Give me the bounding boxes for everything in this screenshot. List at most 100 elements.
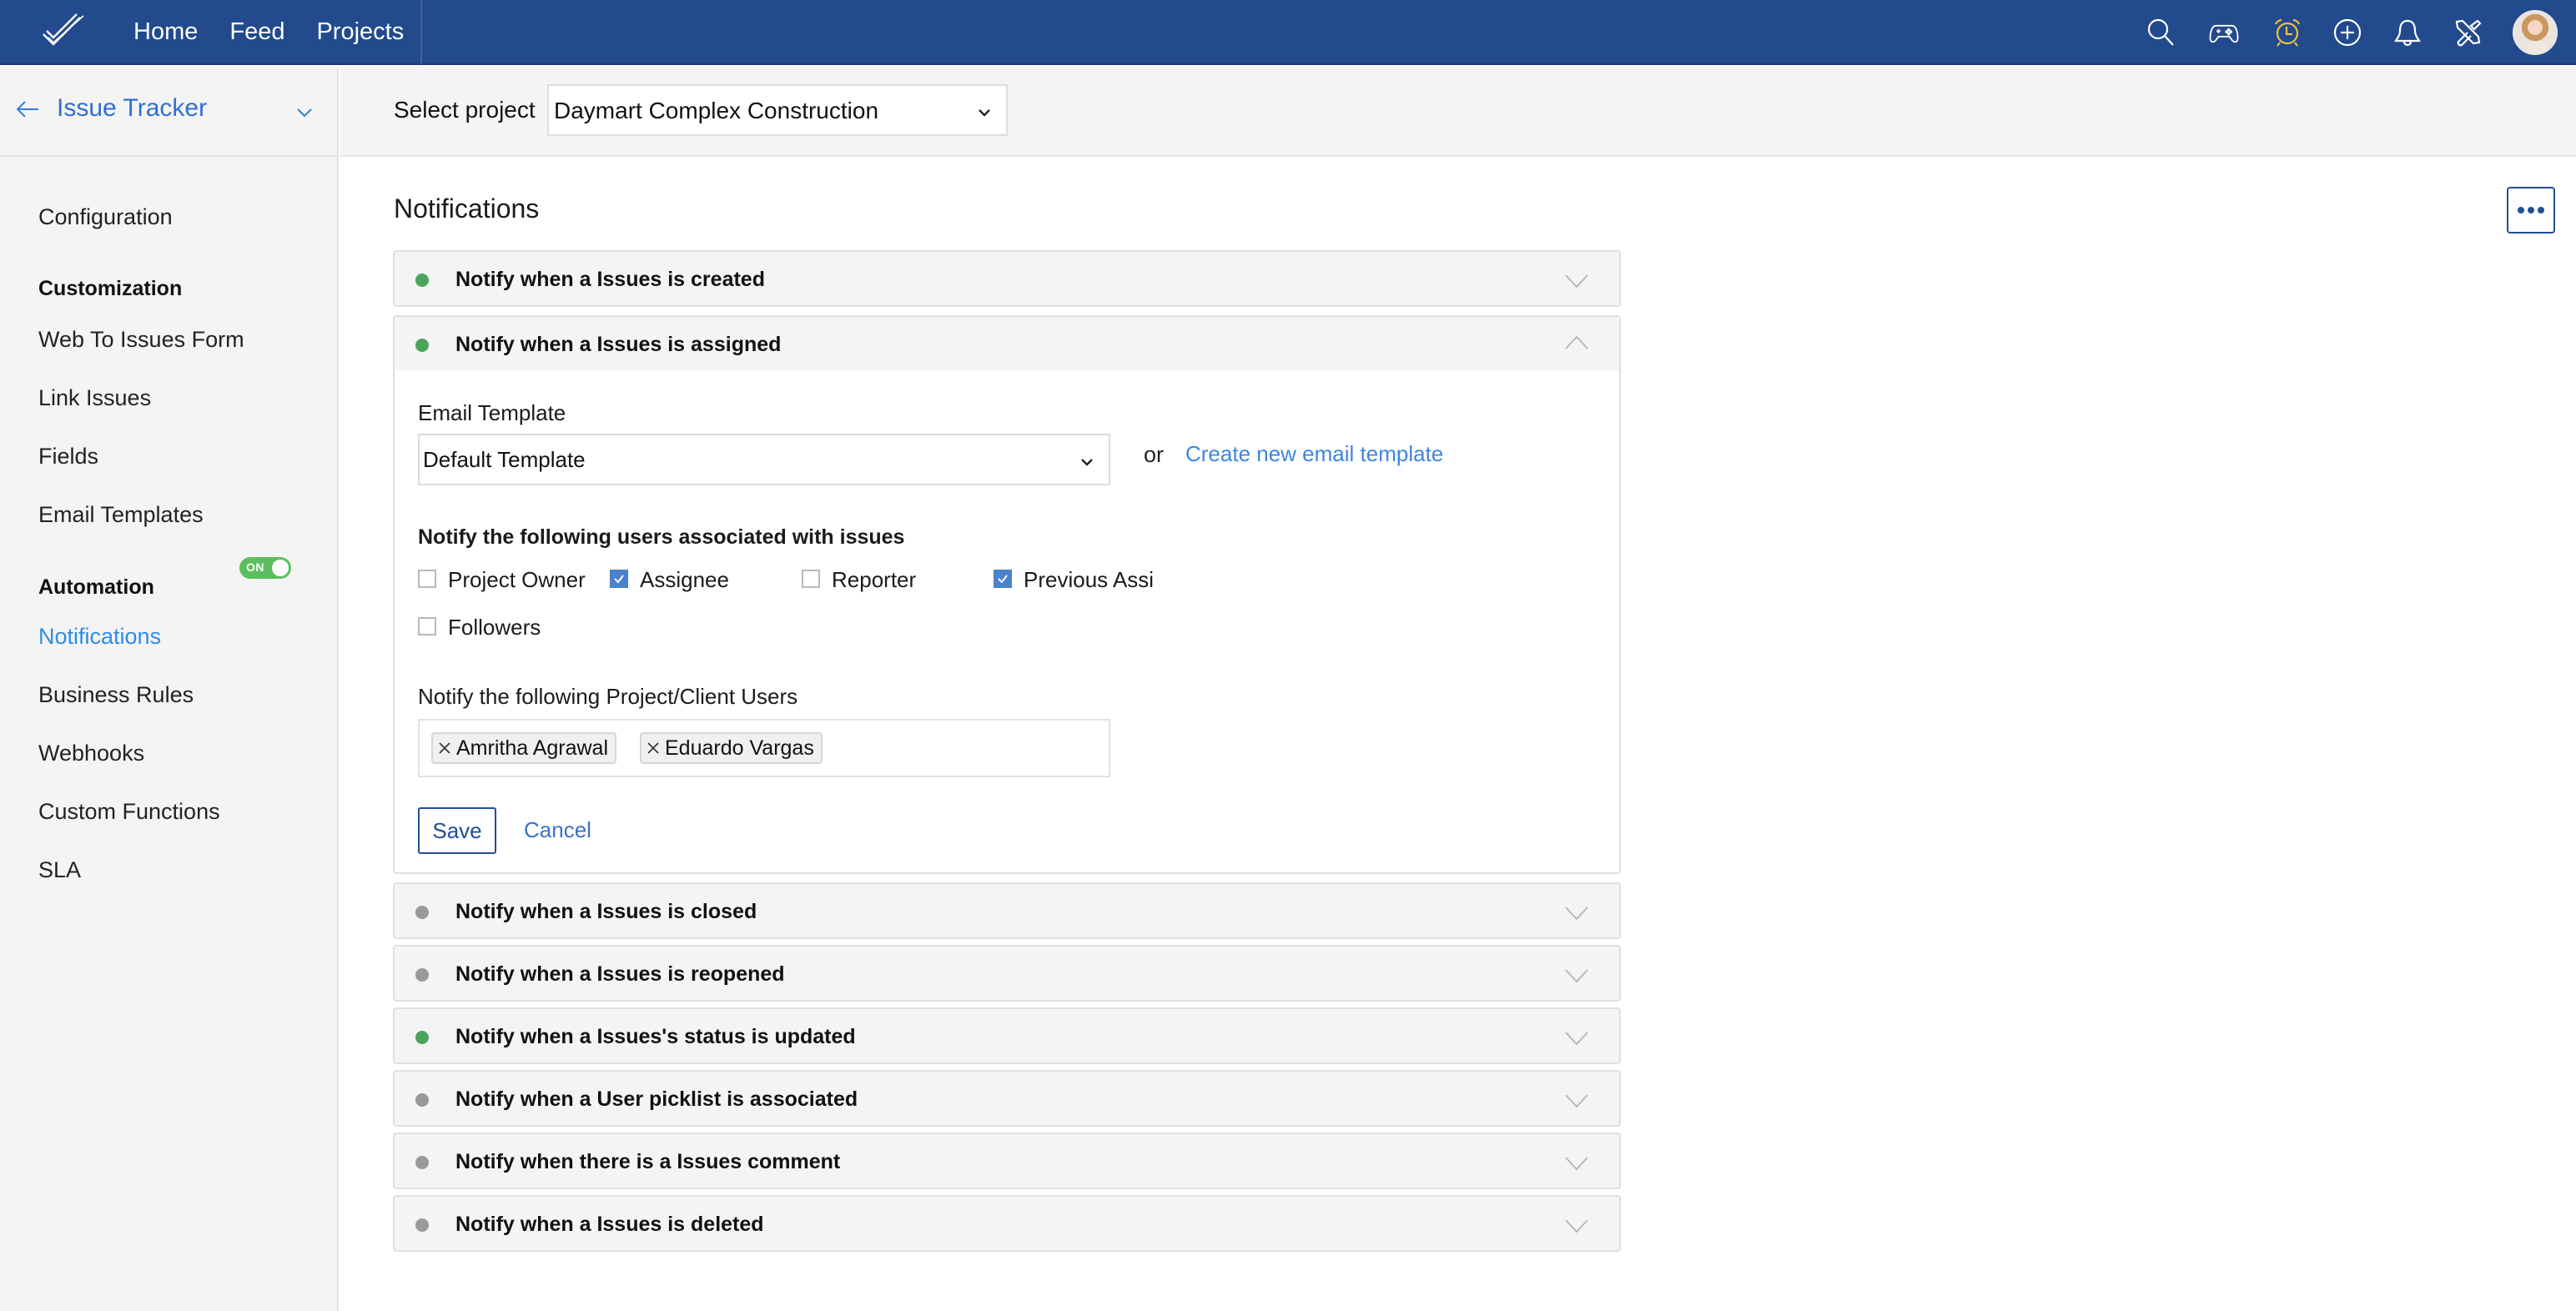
more-dot-icon	[2518, 207, 2524, 213]
status-dot	[415, 1156, 429, 1169]
top-navigation-bar: Home Feed Projects	[0, 0, 2576, 65]
chevron-down-icon	[1565, 907, 1588, 921]
remove-tag-icon[interactable]	[438, 741, 451, 755]
notification-rule-closed[interactable]: Notify when a Issues is closed	[393, 882, 1621, 939]
save-button[interactable]: Save	[418, 807, 496, 854]
more-options-button[interactable]	[2507, 187, 2555, 234]
nav-projects[interactable]: Projects	[316, 0, 404, 64]
notification-rule-title: Notify when a User picklist is associate…	[455, 1087, 858, 1111]
tools-icon[interactable]	[2453, 18, 2483, 48]
project-select-value: Daymart Complex Construction	[554, 98, 879, 123]
search-icon[interactable]	[2146, 18, 2176, 48]
checkmark-icon	[998, 574, 1008, 584]
nav-divider	[420, 0, 423, 64]
sidebar-group-customization: Customization	[38, 277, 183, 300]
user-roles-clip: Project Owner Assignee Reporter Previous…	[395, 317, 1154, 872]
notification-rule-assigned: Notify when a Issues is assigned Email T…	[393, 315, 1621, 874]
sidebar-item-fields[interactable]: Fields	[38, 444, 98, 470]
notification-rule-title: Notify when a Issues's status is updated	[455, 1025, 856, 1048]
user-tag-name: Eduardo Vargas	[665, 736, 814, 760]
checkbox-reporter[interactable]: Reporter	[802, 567, 916, 593]
checkbox-label: Previous Assignee	[1024, 567, 1154, 592]
user-tag: Amritha Agrawal	[431, 732, 617, 764]
bell-icon[interactable]	[2392, 18, 2423, 48]
sidebar-item-email-templates[interactable]: Email Templates	[38, 502, 204, 528]
status-dot	[415, 274, 429, 287]
chevron-down-icon	[979, 109, 990, 117]
status-dot	[415, 1031, 429, 1044]
sidebar: Issue Tracker Configuration Customizatio…	[0, 67, 339, 1311]
checkbox-box[interactable]	[418, 616, 436, 635]
checkbox-previous-assignee[interactable]: Previous Assignee	[994, 567, 1154, 593]
notification-rule-status-updated[interactable]: Notify when a Issues's status is updated	[393, 1007, 1621, 1064]
status-dot	[415, 906, 429, 919]
sidebar-item-notifications[interactable]: Notifications	[38, 624, 161, 650]
notification-rule-created[interactable]: Notify when a Issues is created	[393, 250, 1621, 307]
user-avatar[interactable]	[2513, 10, 2558, 55]
sidebar-item-webhooks[interactable]: Webhooks	[38, 741, 144, 766]
chevron-down-icon[interactable]	[295, 103, 314, 122]
game-controller-icon[interactable]	[2206, 18, 2242, 48]
chevron-down-icon	[1565, 1094, 1588, 1108]
nav-home[interactable]: Home	[133, 0, 198, 64]
sidebar-item-custom-functions[interactable]: Custom Functions	[38, 799, 220, 825]
checkbox-box[interactable]	[610, 569, 628, 588]
more-dot-icon	[2538, 207, 2544, 213]
chevron-down-icon	[1565, 274, 1588, 289]
select-project-label: Select project	[394, 97, 536, 123]
checkbox-box[interactable]	[802, 569, 820, 588]
status-dot	[415, 968, 429, 982]
sidebar-header: Issue Tracker	[0, 67, 337, 157]
checkbox-box[interactable]	[418, 569, 436, 588]
module-title[interactable]: Issue Tracker	[57, 94, 207, 123]
project-select[interactable]: Daymart Complex Construction	[547, 84, 1008, 136]
checkmark-icon	[614, 574, 624, 584]
sidebar-item-link-issues[interactable]: Link Issues	[38, 385, 151, 411]
client-users-label: Notify the following Project/Client User…	[418, 684, 798, 709]
checkbox-project-owner[interactable]: Project Owner	[418, 567, 586, 593]
notification-rule-reopened[interactable]: Notify when a Issues is reopened	[393, 945, 1621, 1002]
sidebar-item-web-to-issues-form[interactable]: Web To Issues Form	[38, 327, 244, 353]
status-dot	[415, 1218, 429, 1232]
remove-tag-icon[interactable]	[647, 741, 660, 755]
sidebar-item-business-rules[interactable]: Business Rules	[38, 682, 194, 708]
checkbox-box[interactable]	[994, 569, 1012, 588]
notification-rule-deleted[interactable]: Notify when a Issues is deleted	[393, 1195, 1621, 1252]
notification-rule-comment[interactable]: Notify when there is a Issues comment	[393, 1133, 1621, 1189]
notification-rule-title: Notify when a Issues is reopened	[455, 962, 785, 986]
create-email-template-link[interactable]: Create new email template	[1185, 441, 1443, 467]
page-title: Notifications	[394, 193, 540, 224]
chevron-down-icon	[1565, 1157, 1588, 1171]
toggle-knob	[272, 560, 289, 576]
main-nav: Home Feed Projects	[133, 0, 423, 64]
app-logo-icon[interactable]	[0, 0, 133, 64]
notification-rule-title: Notify when a Issues is created	[455, 268, 765, 291]
chevron-up-icon	[1565, 335, 1588, 349]
checkbox-label: Project Owner	[448, 567, 586, 592]
sidebar-item-sla[interactable]: SLA	[38, 857, 81, 883]
checkbox-assignee[interactable]: Assignee	[610, 567, 729, 593]
checkbox-followers[interactable]: Followers	[418, 615, 541, 640]
sidebar-item-configuration[interactable]: Configuration	[38, 204, 173, 230]
toggle-label: ON	[246, 560, 264, 574]
notification-rule-title: Notify when a Issues is closed	[455, 900, 757, 923]
user-tag-name: Amritha Agrawal	[456, 736, 609, 760]
back-arrow-icon[interactable]	[15, 97, 40, 122]
nav-feed[interactable]: Feed	[229, 0, 284, 64]
checkbox-label: Followers	[448, 615, 541, 640]
user-tag: Eduardo Vargas	[640, 732, 823, 764]
chevron-down-icon	[1565, 1032, 1588, 1046]
chevron-down-icon	[1565, 969, 1588, 983]
alarm-clock-icon[interactable]	[2272, 18, 2302, 48]
add-circle-icon[interactable]	[2332, 18, 2362, 48]
top-icon-bar	[2146, 0, 2576, 65]
notification-rule-title: Notify when a Issues is deleted	[455, 1213, 764, 1236]
notifications-toggle[interactable]: ON	[239, 557, 291, 579]
checkbox-label: Reporter	[832, 567, 917, 592]
client-users-input[interactable]: Amritha Agrawal Eduardo Vargas	[418, 719, 1110, 777]
notification-rule-user-picklist[interactable]: Notify when a User picklist is associate…	[393, 1070, 1621, 1127]
project-selector-bar: Select project Daymart Complex Construct…	[340, 67, 2576, 157]
notification-rule-title: Notify when there is a Issues comment	[455, 1150, 841, 1173]
cancel-button[interactable]: Cancel	[524, 817, 591, 843]
more-dot-icon	[2528, 207, 2534, 213]
